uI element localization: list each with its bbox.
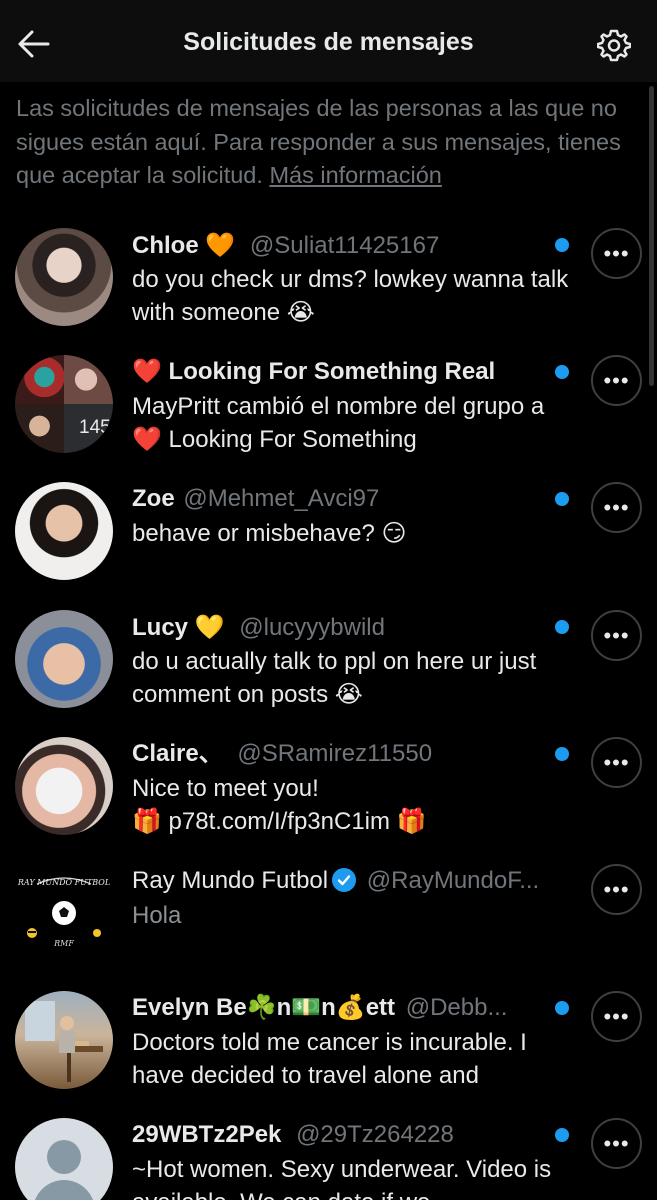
- default-avatar-body: [33, 1180, 95, 1200]
- group-avatar[interactable]: 145: [15, 355, 113, 453]
- message-preview: ~Hot women. Sexy underwear. Video is ava…: [132, 1156, 552, 1200]
- top-bar: Solicitudes de mensajes: [0, 0, 657, 82]
- unread-dot: [555, 238, 569, 252]
- group-name: ❤️ Looking For Something Real: [132, 358, 496, 385]
- sender-line: Lucy 💛 @lucyyybwild: [132, 612, 385, 643]
- sender-line: ❤️ Looking For Something Real: [132, 357, 495, 387]
- group-member-photo: [15, 404, 64, 453]
- sender-name: Zoe: [132, 485, 175, 512]
- avatar[interactable]: [15, 482, 113, 580]
- more-options-button[interactable]: •••: [591, 482, 642, 533]
- message-request-row[interactable]: Evelyn Be☘️n💵n💰ett @Debb... Doctors told…: [0, 991, 657, 1101]
- sender-handle: @RayMundoF...: [366, 867, 540, 894]
- sender-line: 29WBTz2Pek @29Tz264228: [132, 1120, 454, 1150]
- more-options-button[interactable]: •••: [591, 737, 642, 788]
- unread-dot: [555, 365, 569, 379]
- group-member-photo: [15, 355, 64, 404]
- sender-name: Claire、: [132, 740, 223, 767]
- sender-name: Chloe: [132, 232, 199, 259]
- more-info-link[interactable]: Más información: [269, 162, 441, 188]
- group-member-photo: [64, 355, 113, 404]
- sender-handle: @Suliat11425167: [249, 232, 440, 259]
- unread-dot: [555, 620, 569, 634]
- sender-line: Ray Mundo Futbol @RayMundoF...: [132, 866, 539, 896]
- verified-badge-icon: [332, 868, 357, 892]
- avatar[interactable]: [15, 228, 113, 326]
- message-request-row[interactable]: RAY MUNDO FUTBOL RMF Ray Mundo Futbol @R…: [0, 864, 657, 974]
- more-options-button[interactable]: •••: [591, 991, 642, 1042]
- sender-handle: @SRamirez11550: [237, 740, 433, 767]
- more-options-button[interactable]: •••: [591, 228, 642, 279]
- unread-dot: [555, 492, 569, 506]
- sender-line: Chloe 🧡 @Suliat11425167: [132, 230, 439, 261]
- yellow-heart-emoji: 💛: [194, 613, 225, 641]
- sender-line: Zoe @Mehmet_Avci97: [132, 484, 379, 514]
- sender-name: Evelyn Be☘️n💵n💰ett: [132, 994, 396, 1021]
- sender-line: Claire、 @SRamirez11550: [132, 739, 432, 769]
- sender-line: Evelyn Be☘️n💵n💰ett @Debb...: [132, 993, 552, 1023]
- unread-dot: [555, 1128, 569, 1142]
- avatar[interactable]: [15, 737, 113, 835]
- settings-gear-icon[interactable]: [595, 26, 633, 64]
- more-options-button[interactable]: •••: [591, 1118, 642, 1169]
- sender-handle: @Mehmet_Avci97: [183, 485, 380, 512]
- message-request-row[interactable]: Zoe @Mehmet_Avci97 behave or misbehave? …: [0, 482, 657, 592]
- more-options-button[interactable]: •••: [591, 864, 642, 915]
- unread-dot: [555, 1001, 569, 1015]
- message-preview: do you check ur dms? lowkey wanna talk w…: [132, 266, 569, 326]
- message-preview: do u actually talk to ppl on here ur jus…: [132, 648, 537, 708]
- svg-text:RAY MUNDO FUTBOL: RAY MUNDO FUTBOL: [17, 878, 110, 887]
- unread-dot: [555, 747, 569, 761]
- message-preview: Doctors told me cancer is incurable. I h…: [132, 1029, 527, 1089]
- sender-name: Lucy: [132, 614, 189, 641]
- sender-handle: @Debb...: [405, 994, 508, 1021]
- sender-handle: @29Tz264228: [296, 1121, 454, 1148]
- orange-heart-emoji: 🧡: [205, 231, 236, 259]
- avatar[interactable]: [15, 991, 113, 1089]
- message-preview: MayPritt cambió el nombre del grupo a ❤️…: [132, 393, 545, 453]
- message-request-row[interactable]: Chloe 🧡 @Suliat11425167 do you check ur …: [0, 228, 657, 338]
- message-request-row[interactable]: 29WBTz2Pek @29Tz264228 ~Hot women. Sexy …: [0, 1118, 657, 1200]
- message-preview: Hola: [132, 902, 182, 929]
- avatar[interactable]: RAY MUNDO FUTBOL RMF: [15, 864, 113, 962]
- group-member-count: 145: [79, 417, 111, 438]
- sender-handle: @lucyyybwild: [239, 614, 385, 641]
- page-title: Solicitudes de mensajes: [183, 28, 474, 56]
- more-options-button[interactable]: •••: [591, 610, 642, 661]
- message-request-row[interactable]: Claire、 @SRamirez11550 Nice to meet you!…: [0, 737, 657, 847]
- default-avatar-head: [47, 1140, 81, 1174]
- avatar[interactable]: [15, 610, 113, 708]
- message-preview-line-2: 🎁 p78t.com/I/fp3nC1im 🎁: [132, 808, 427, 835]
- sender-name: 29WBTz2Pek: [132, 1121, 282, 1148]
- message-request-row[interactable]: 145 ❤️ Looking For Something Real MayPri…: [0, 355, 657, 465]
- intro-text: Las solicitudes de mensajes de las perso…: [16, 92, 646, 193]
- message-preview: behave or misbehave? 😏: [132, 520, 407, 547]
- svg-text:RMF: RMF: [53, 939, 74, 948]
- message-preview-line-1: Nice to meet you!: [132, 775, 319, 802]
- message-request-row[interactable]: Lucy 💛 @lucyyybwild do u actually talk t…: [0, 610, 657, 720]
- more-options-button[interactable]: •••: [591, 355, 642, 406]
- sender-name: Ray Mundo Futbol: [132, 867, 329, 894]
- default-avatar-icon[interactable]: [15, 1118, 113, 1200]
